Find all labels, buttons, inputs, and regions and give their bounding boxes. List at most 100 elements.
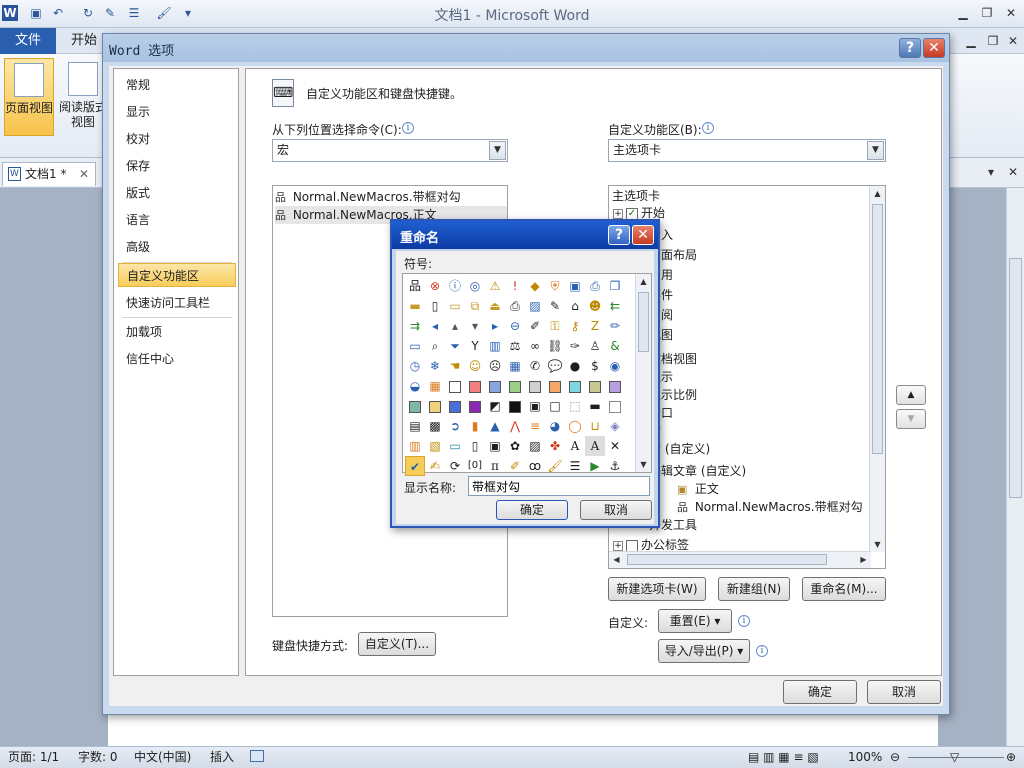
- sym-eye-hidden-icon[interactable]: ◒: [405, 376, 425, 396]
- sym-blue-swatch-icon[interactable]: [485, 376, 505, 396]
- sym-happy-icon[interactable]: ☺: [465, 356, 485, 376]
- sym-pencil-icon[interactable]: ✏: [605, 316, 625, 336]
- sym-brush-icon[interactable]: 🖌: [545, 456, 565, 476]
- sym-flower-icon[interactable]: ✿: [505, 436, 525, 456]
- sym-info-icon[interactable]: ⓘ: [445, 276, 465, 296]
- sym-check-pen-icon[interactable]: ✍: [425, 456, 445, 476]
- sym-folder-up-icon[interactable]: ⏏: [485, 296, 505, 316]
- nav-item-display[interactable]: 显示: [118, 100, 236, 124]
- sym-pie-icon[interactable]: ◕: [545, 416, 565, 436]
- display-name-input[interactable]: [468, 476, 650, 496]
- scroll-up-icon[interactable]: ▲: [870, 186, 885, 201]
- sym-black-swatch-icon[interactable]: [505, 396, 525, 416]
- nav-item-addins[interactable]: 加载项: [118, 320, 236, 344]
- sym-layers-icon[interactable]: ◈: [605, 416, 625, 436]
- sym-teal-swatch-icon[interactable]: [405, 396, 425, 416]
- scrollbar-thumb[interactable]: [627, 554, 827, 565]
- sym-pi-icon[interactable]: π: [485, 456, 505, 476]
- sym-arrows-icon[interactable]: ⇇: [605, 296, 625, 316]
- ribbon-restore-icon[interactable]: ❐: [982, 32, 1004, 50]
- sym-filter2-icon[interactable]: Y: [465, 336, 485, 356]
- sym-window-icon[interactable]: ▭: [405, 336, 425, 356]
- sym-error-icon[interactable]: ⊗: [425, 276, 445, 296]
- sym-left-icon[interactable]: ◂: [425, 316, 445, 336]
- nav-item-trust-center[interactable]: 信任中心: [118, 347, 236, 371]
- scroll-up-icon[interactable]: ▲: [636, 274, 651, 289]
- import-export-button[interactable]: 导入/导出(P) ▾: [658, 639, 750, 663]
- sym-folders-icon[interactable]: ⧉: [465, 296, 485, 316]
- sym-red-swatch-icon[interactable]: [465, 376, 485, 396]
- sym-pen-icon[interactable]: ✑: [565, 336, 585, 356]
- ribbon-close-icon[interactable]: ✕: [1002, 32, 1024, 50]
- restore-icon[interactable]: ❐: [976, 4, 998, 22]
- scroll-down-icon[interactable]: ▼: [636, 457, 651, 472]
- sym-right-icon[interactable]: ▸: [485, 316, 505, 336]
- sym-phone-icon[interactable]: ✆: [525, 356, 545, 376]
- chevron-down-icon[interactable]: ▼: [867, 141, 884, 160]
- choose-commands-combo[interactable]: 宏 ▼: [272, 139, 508, 162]
- sym-smiley-icon[interactable]: ☻: [585, 296, 605, 316]
- sym-bubble-icon[interactable]: 💬: [545, 356, 565, 376]
- sym-refresh-icon[interactable]: ⟳: [445, 456, 465, 476]
- sym-brackets-icon[interactable]: [0]: [465, 456, 485, 476]
- sym-royal-swatch-icon[interactable]: [445, 396, 465, 416]
- sym-ball-icon[interactable]: ●: [565, 356, 585, 376]
- scrollbar-thumb[interactable]: [1009, 258, 1022, 498]
- symbol-grid[interactable]: 品 ⊗ ⓘ ◎ ⚠ ! ◆ ⛨ ▣ ⎙ ❐ ▬ ▯ ▭ ⧉ ⏏ ⎙ ▨ ✎ ⌂ …: [402, 273, 652, 476]
- sym-filter-icon[interactable]: ⏷: [445, 336, 465, 356]
- sym-exclaim-icon[interactable]: !: [505, 276, 525, 296]
- sym-chart-icon[interactable]: ▮: [465, 416, 485, 436]
- ok-button[interactable]: 确定: [783, 680, 857, 704]
- move-up-button[interactable]: ▲: [896, 385, 926, 405]
- scroll-right-icon[interactable]: ▶: [856, 552, 871, 567]
- new-group-button[interactable]: 新建组(N): [718, 577, 790, 601]
- nav-item-quick-access[interactable]: 快速访问工具栏: [118, 291, 236, 315]
- nav-item-language[interactable]: 语言: [118, 208, 236, 232]
- chevron-down-icon[interactable]: ▼: [489, 141, 506, 160]
- sym-calc-icon[interactable]: ▦: [505, 356, 525, 376]
- zoom-in-icon[interactable]: ⊕: [1006, 747, 1016, 767]
- sym-highlighter-icon[interactable]: ✐: [505, 456, 525, 476]
- nav-item-customize-ribbon[interactable]: 自定义功能区: [118, 263, 236, 287]
- sym-links-icon[interactable]: ∞: [525, 336, 545, 356]
- sym-home-icon[interactable]: ⌂: [565, 296, 585, 316]
- scroll-down-icon[interactable]: ▼: [870, 537, 885, 552]
- reset-button[interactable]: 重置(E) ▾: [658, 609, 732, 633]
- sym-key-icon[interactable]: ⚷: [565, 316, 585, 336]
- macro-record-icon[interactable]: [250, 750, 264, 762]
- keyboard-customize-button[interactable]: 自定义(T)...: [358, 632, 436, 656]
- close-icon[interactable]: ✕: [632, 225, 654, 245]
- close-icon[interactable]: ✕: [923, 38, 945, 58]
- zoom-level[interactable]: 100%: [848, 747, 882, 767]
- sym-violet-swatch-icon[interactable]: [465, 396, 485, 416]
- document-tab[interactable]: W 文档1 * ✕: [2, 162, 96, 186]
- nav-item-proofing[interactable]: 校对: [118, 127, 236, 151]
- list-item[interactable]: 品 Normal.NewMacros.带框对勾: [275, 188, 461, 206]
- checkbox-icon[interactable]: ✓: [626, 207, 638, 220]
- symbol-scrollbar[interactable]: ▲ ▼: [635, 274, 651, 472]
- sym-book-icon[interactable]: ▥: [485, 336, 505, 356]
- sym-edit-icon[interactable]: ✎: [545, 296, 565, 316]
- sym-person-icon[interactable]: ♙: [585, 336, 605, 356]
- sym-play-icon[interactable]: ▶: [585, 456, 605, 476]
- sym-target-icon[interactable]: ◎: [465, 276, 485, 296]
- sym-cyan-swatch-icon[interactable]: [565, 376, 585, 396]
- sym-diamond-icon[interactable]: ◆: [525, 276, 545, 296]
- sym-down-icon[interactable]: ▾: [465, 316, 485, 336]
- nav-item-save[interactable]: 保存: [118, 154, 236, 178]
- nav-item-general[interactable]: 常规: [118, 73, 236, 97]
- zoom-out-icon[interactable]: ⊖: [890, 747, 900, 767]
- rename-cancel-button[interactable]: 取消: [580, 500, 652, 520]
- tree-item[interactable]: 编辑文章 (自定义): [649, 462, 746, 480]
- reading-layout-button[interactable]: 阅读版式视图: [58, 58, 108, 136]
- sym-lock-icon[interactable]: ⚿: [545, 316, 565, 336]
- cancel-button[interactable]: 取消: [867, 680, 941, 704]
- sym-cone-icon[interactable]: ▲: [485, 416, 505, 436]
- sym-border-icon[interactable]: ▤: [405, 416, 425, 436]
- scrollbar-thumb[interactable]: [872, 204, 883, 454]
- minimize-icon[interactable]: ▁: [952, 4, 974, 22]
- print-layout-button[interactable]: 页面视图: [4, 58, 54, 136]
- status-mode[interactable]: 插入: [210, 747, 234, 767]
- sym-bars-icon[interactable]: ≡: [525, 416, 545, 436]
- sym-binoculars-icon[interactable]: ꝏ: [525, 456, 545, 476]
